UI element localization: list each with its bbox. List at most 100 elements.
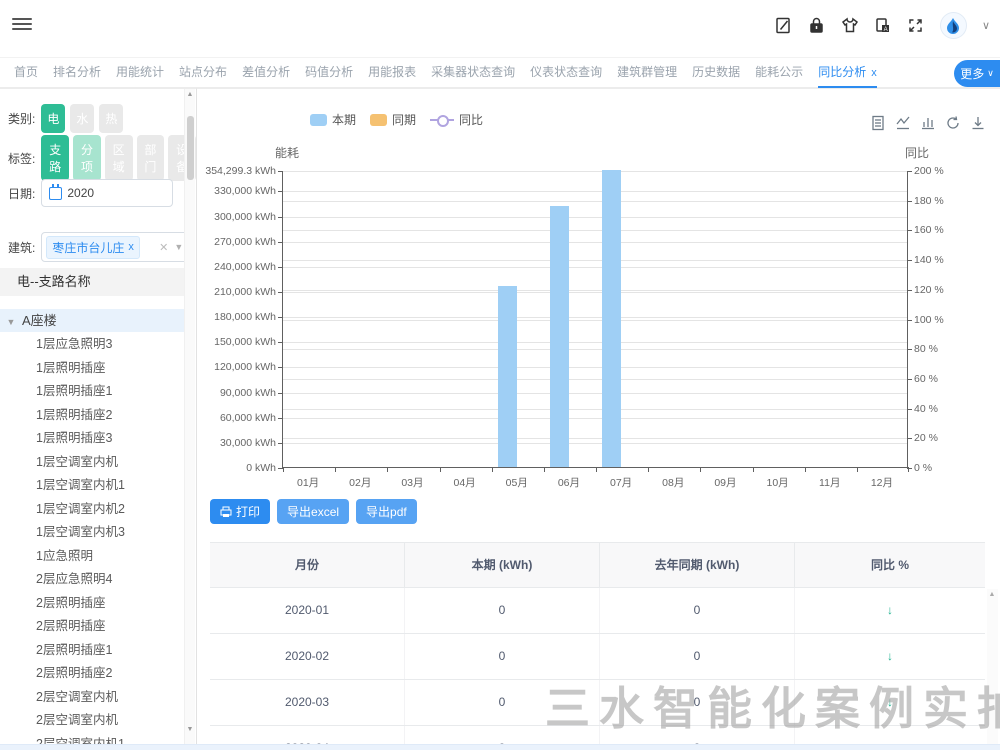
lock-icon[interactable] — [808, 17, 826, 35]
gridline — [283, 393, 907, 394]
scroll-thumb[interactable] — [187, 116, 194, 180]
nav-tab[interactable]: 建筑群管理 — [617, 58, 677, 88]
tree-item[interactable]: 2层应急照明4 — [0, 568, 185, 592]
id-card-icon[interactable]: A — [874, 17, 892, 35]
gridline — [283, 260, 907, 261]
tree-item[interactable]: 2层照明插座1 — [0, 639, 185, 663]
legend-yoy[interactable]: 同比 — [430, 111, 483, 128]
scroll-up-icon[interactable]: ▲ — [185, 91, 195, 98]
table-body: 2020-01 0 0 ↓ 2020-02 0 0 ↓ 2020-03 — [210, 588, 985, 744]
tree-item[interactable]: 1层照明插座1 — [0, 380, 185, 404]
gridline — [283, 242, 907, 243]
tree-item[interactable]: 1层照明插座 — [0, 357, 185, 381]
tree-item[interactable]: 1层照明插座3 — [0, 427, 185, 451]
tree-item[interactable]: 2层照明插座2 — [0, 662, 185, 686]
table-column-header: 同比 % — [795, 543, 985, 587]
y-tick-label: 0 kWh — [246, 462, 276, 474]
nav-tab[interactable]: 站点分布 — [179, 58, 227, 88]
tick-l — [278, 418, 283, 419]
audit-note-icon[interactable] — [775, 17, 793, 35]
tree-collapse-icon[interactable]: ▼ — [0, 311, 22, 334]
tick-b — [596, 467, 597, 472]
menu-toggle-icon[interactable] — [12, 15, 32, 31]
nav-tab[interactable]: 码值分析 — [305, 58, 353, 88]
nav-tab[interactable]: 仪表状态查询 — [530, 58, 602, 88]
date-input[interactable] — [67, 186, 147, 200]
category-button[interactable]: 电 — [41, 104, 65, 133]
tree-item[interactable]: 1层空调室内机2 — [0, 498, 185, 522]
y-tick-label: 210,000 kWh — [214, 286, 276, 298]
tree-item[interactable]: 2层空调室内机 — [0, 709, 185, 733]
category-button[interactable]: 热 — [99, 104, 123, 133]
app-window: A ∨ 首页 排名分析 用能统计 — [0, 0, 1000, 750]
nav-tab[interactable]: 首页 — [14, 58, 38, 88]
scroll-up-icon[interactable]: ▲ — [987, 591, 997, 598]
nav-tab[interactable]: 能耗公示 — [755, 58, 803, 88]
bottom-scrollbar-strip[interactable] — [0, 744, 1000, 750]
legend-sameperiod[interactable]: 同期 — [370, 111, 416, 128]
tag-button[interactable]: 支路 — [41, 135, 69, 181]
tree-root-node[interactable]: ▼A座楼 — [0, 309, 185, 332]
nav-tab[interactable]: 历史数据 — [692, 58, 740, 88]
date-picker[interactable] — [41, 179, 173, 207]
tick-b — [440, 467, 441, 472]
tree-item[interactable]: 1应急照明 — [0, 545, 185, 569]
tag-button[interactable]: 区域 — [105, 135, 133, 181]
nav-tab[interactable]: 排名分析 — [53, 58, 101, 88]
gridline — [283, 320, 907, 321]
nav-tab[interactable]: 差值分析 — [242, 58, 290, 88]
more-tabs-button[interactable]: 更多∨ — [954, 60, 1000, 87]
tick-l — [278, 342, 283, 343]
nav-tab[interactable]: 同比分析x — [818, 58, 877, 88]
legend-current[interactable]: 本期 — [310, 111, 356, 128]
cell-current: 0 — [405, 726, 600, 744]
tree-item[interactable]: 2层空调室内机 — [0, 686, 185, 710]
nav-tab[interactable]: 采集器状态查询 — [431, 58, 515, 88]
tag-button[interactable]: 分项 — [73, 135, 101, 181]
restore-icon[interactable] — [945, 115, 961, 131]
y-tick-label: 240,000 kWh — [214, 261, 276, 273]
theme-shirt-icon[interactable] — [841, 17, 859, 35]
tree-item[interactable]: 1层应急照明3 — [0, 333, 185, 357]
tag-remove-icon[interactable]: x — [128, 241, 134, 253]
cell-month: 2020-01 — [210, 588, 405, 633]
tab-bar: 首页 排名分析 用能统计 站点分布 差值分析 码值 — [0, 57, 1000, 88]
building-select[interactable]: 枣庄市台儿庄 x ✕ ▼ — [41, 232, 191, 262]
tree-item[interactable]: 1层空调室内机 — [0, 451, 185, 475]
select-clear-icon[interactable]: ✕ — [159, 241, 168, 254]
nav-tab[interactable]: 用能报表 — [368, 58, 416, 88]
tick-b — [908, 467, 909, 472]
y2-tick-label: 100 % — [914, 314, 944, 326]
gridline — [283, 217, 907, 218]
fullscreen-icon[interactable] — [907, 17, 925, 35]
scroll-down-icon[interactable]: ▼ — [185, 726, 195, 733]
tree-item[interactable]: 2层照明插座 — [0, 592, 185, 616]
nav-tab[interactable]: 用能统计 — [116, 58, 164, 88]
tree-item[interactable]: 2层空调室内机1 — [0, 733, 185, 745]
legend-line-marker — [430, 114, 454, 126]
bar-chart-icon[interactable] — [920, 115, 936, 131]
download-icon[interactable] — [970, 115, 986, 131]
data-view-icon[interactable] — [870, 115, 886, 131]
export-excel-button[interactable]: 导出excel — [277, 499, 349, 524]
tree-item[interactable]: 1层空调室内机3 — [0, 521, 185, 545]
table-scrollbar[interactable]: ▲ — [987, 589, 998, 744]
chevron-down-icon[interactable]: ∨ — [982, 19, 990, 32]
category-button[interactable]: 水 — [70, 104, 94, 133]
legend-swatch-current — [310, 114, 327, 126]
sidebar-scrollbar[interactable]: ▲ ▼ — [184, 89, 195, 744]
x-tick-label: 08月 — [662, 475, 684, 490]
tick-r — [907, 409, 912, 410]
tab-close-icon[interactable]: x — [871, 67, 877, 79]
gridline — [283, 292, 907, 293]
export-pdf-button[interactable]: 导出pdf — [356, 499, 417, 524]
line-chart-icon[interactable] — [895, 115, 911, 131]
tree-item[interactable]: 1层空调室内机1 — [0, 474, 185, 498]
gridline — [283, 317, 907, 318]
tree-item[interactable]: 2层照明插座 — [0, 615, 185, 639]
tree-item[interactable]: 1层照明插座2 — [0, 404, 185, 428]
select-caret-icon: ▼ — [174, 242, 183, 252]
tag-button[interactable]: 部门 — [137, 135, 165, 181]
brand-drop-avatar[interactable] — [940, 12, 967, 39]
print-button[interactable]: 打印 — [210, 499, 270, 524]
